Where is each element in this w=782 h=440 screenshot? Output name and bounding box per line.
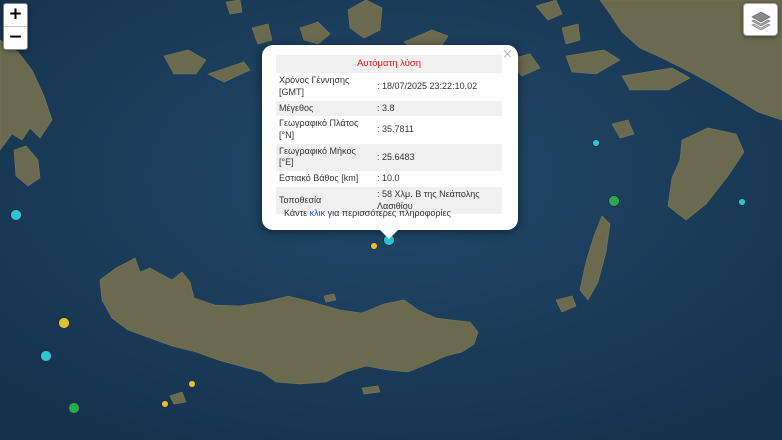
more-info-suffix: για περισσότερες πληροφορίες [325, 208, 451, 218]
more-info-text: Κάντε κλικ για περισσότερες πληροφορίες [284, 208, 451, 218]
layers-button[interactable] [743, 3, 778, 36]
earthquake-marker[interactable] [370, 242, 378, 250]
earthquake-marker[interactable] [592, 139, 600, 147]
earthquake-popup: × Αυτόματη λύση Χρόνος Γέννησης [GMT] : 1… [262, 45, 518, 239]
map-canvas[interactable]: + − × Αυτόματη λύση Χρόνος Γέννησης [GMT… [0, 0, 782, 440]
earthquake-marker[interactable] [608, 195, 620, 207]
detail-value: : 3.8 [374, 100, 502, 117]
popup-tip [380, 230, 398, 239]
popup-close-button[interactable]: × [502, 47, 513, 62]
detail-row-depth: Εστιακό Βάθος [km] : 10.0 [276, 171, 502, 187]
detail-value: : 18/07/2025 23:22:10.02 [377, 81, 478, 92]
earthquake-marker[interactable] [40, 350, 52, 362]
earthquake-marker[interactable] [738, 198, 746, 206]
earthquake-details-table: Αυτόματη λύση Χρόνος Γέννησης [GMT] : 18/… [276, 55, 502, 215]
detail-value: : 35.7811 [377, 124, 414, 135]
detail-row-longitude: Γεωγραφικό Μήκος [°E]: 25.6483 [276, 143, 502, 172]
more-info-link[interactable]: κλικ [310, 208, 326, 218]
earthquake-marker[interactable] [68, 402, 80, 414]
detail-label: Εστιακό Βάθος [km] [279, 173, 359, 184]
zoom-control: + − [3, 3, 28, 50]
layers-icon [750, 11, 771, 30]
popup-title: Αυτόματη λύση [276, 55, 502, 74]
detail-row-origin-time: Χρόνος Γέννησης [GMT] : 18/07/2025 23:22:… [276, 73, 502, 100]
earthquake-marker[interactable] [161, 400, 169, 408]
detail-label: Γεωγραφικό Πλάτος [°N] [279, 118, 359, 141]
detail-row-latitude: Γεωγραφικό Πλάτος [°N] : 35.7811 [276, 116, 502, 143]
earthquake-marker[interactable] [188, 380, 196, 388]
detail-value: : 10.0 [377, 173, 400, 184]
more-info-prefix: Κάντε [284, 208, 310, 218]
zoom-out-button[interactable]: − [4, 26, 27, 49]
detail-label: Γεωγραφικό Μήκος [°E] [276, 143, 374, 172]
earthquake-marker[interactable] [10, 209, 22, 221]
detail-value: : 25.6483 [374, 143, 502, 172]
detail-label: Χρόνος Γέννησης [GMT] [279, 75, 350, 98]
zoom-in-button[interactable]: + [4, 4, 27, 26]
detail-label: Μέγεθος [276, 100, 374, 117]
earthquake-marker[interactable] [58, 317, 70, 329]
detail-row-magnitude: Μέγεθος: 3.8 [276, 100, 502, 117]
